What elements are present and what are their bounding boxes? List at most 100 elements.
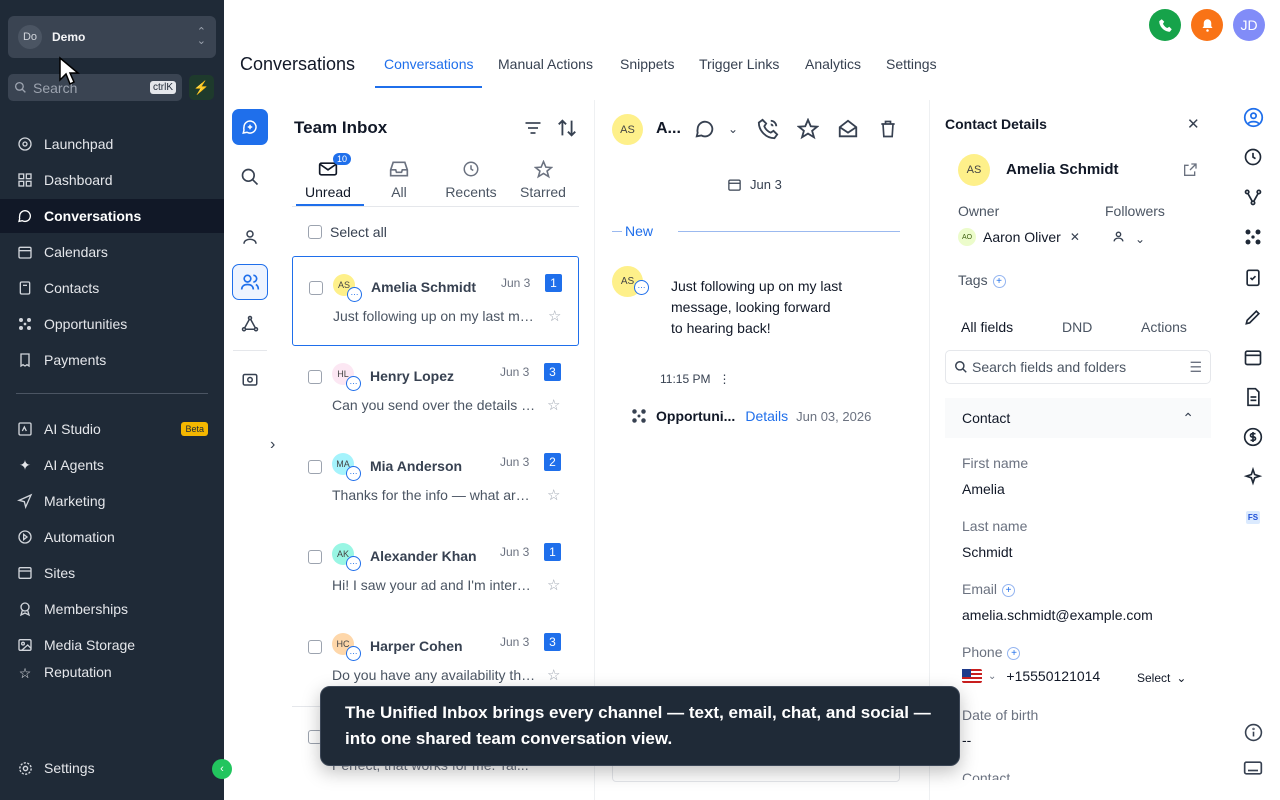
filter-icon[interactable] [522, 118, 544, 143]
conversation-checkbox[interactable] [308, 370, 322, 384]
keyboard-rail-button[interactable] [1238, 755, 1268, 781]
filter-tab-all[interactable]: All [364, 158, 434, 200]
star-icon[interactable]: ☆ [547, 576, 560, 594]
followers-select[interactable]: ⌄ [1112, 230, 1145, 246]
sidebar-item-ai-agents[interactable]: ✦ AI Agents [0, 448, 224, 482]
delete-button[interactable] [875, 116, 901, 142]
payments-rail-button[interactable] [1238, 424, 1268, 450]
filter-tab-unread[interactable]: Unread [293, 158, 363, 200]
rail-my-inbox-button[interactable] [232, 219, 268, 255]
conversation-checkbox[interactable] [308, 460, 322, 474]
chevron-down-icon[interactable]: ⌄ [720, 116, 746, 142]
compose-button[interactable] [232, 109, 268, 145]
opportunities-rail-button[interactable] [1238, 224, 1268, 250]
email-field[interactable]: amelia.schmidt@example.com [962, 607, 1153, 623]
notifications-button[interactable] [1191, 9, 1223, 41]
tab-conversations[interactable]: Conversations [384, 56, 474, 72]
filter-icon[interactable]: ☰ [1189, 359, 1202, 376]
sidebar-item-automation[interactable]: Automation [0, 520, 224, 554]
sidebar-item-sites[interactable]: Sites [0, 556, 224, 590]
appointments-rail-button[interactable] [1238, 344, 1268, 370]
activity-details-link[interactable]: Details [745, 408, 788, 424]
conversation-item[interactable]: AK ⋯ Alexander Khan Jun 3 1 Hi! I saw yo… [292, 526, 579, 616]
tab-settings[interactable]: Settings [886, 56, 937, 72]
remove-owner-icon[interactable]: ✕ [1070, 230, 1080, 244]
sidebar-item-opportunities[interactable]: Opportunities [0, 307, 224, 341]
conversation-item[interactable]: HL ⋯ Henry Lopez Jun 3 3 Can you send ov… [292, 346, 579, 436]
tasks-rail-button[interactable] [1238, 264, 1268, 290]
expand-panel-chevron-icon[interactable]: › [270, 436, 275, 454]
rail-tools-button[interactable] [232, 361, 268, 397]
mark-read-button[interactable] [835, 116, 861, 142]
conversation-checkbox[interactable] [309, 281, 323, 295]
contact-section-header[interactable]: Contact ⌃ [945, 398, 1211, 438]
rail-team-inbox-button[interactable] [232, 264, 268, 300]
history-rail-button[interactable] [1238, 144, 1268, 170]
add-tag-icon[interactable]: + [992, 274, 1006, 288]
fields-search-input[interactable]: Search fields and folders ☰ [945, 350, 1211, 384]
tab-snippets[interactable]: Snippets [620, 56, 674, 72]
filter-tab-recents[interactable]: Recents [436, 158, 506, 200]
dob-field[interactable]: -- [962, 732, 971, 748]
star-icon[interactable]: ☆ [547, 396, 560, 414]
filter-tab-starred[interactable]: Starred [508, 158, 578, 200]
select-all-checkbox[interactable] [308, 225, 322, 239]
tab-manual-actions[interactable]: Manual Actions [498, 56, 593, 72]
owner-chip[interactable]: AO Aaron Oliver ✕ [958, 228, 1080, 246]
add-email-icon[interactable]: + [1002, 583, 1016, 597]
conversation-checkbox[interactable] [308, 640, 322, 654]
sidebar-item-launchpad[interactable]: Launchpad [0, 127, 224, 161]
account-switcher[interactable]: Do Demo ⌃ ⌄ [8, 16, 216, 58]
external-link-icon[interactable] [1182, 162, 1198, 181]
sort-icon[interactable] [556, 117, 578, 144]
panel-tab-dnd[interactable]: DND [1062, 319, 1092, 335]
panel-tab-all-fields[interactable]: All fields [961, 319, 1013, 335]
user-avatar[interactable]: JD [1233, 9, 1265, 41]
thread-contact-name[interactable]: A... [656, 120, 681, 138]
fs-rail-button[interactable]: FS [1238, 504, 1268, 530]
workflows-rail-button[interactable] [1238, 184, 1268, 210]
call-button[interactable] [755, 116, 781, 142]
documents-rail-button[interactable] [1238, 384, 1268, 410]
sidebar-item-calendars[interactable]: Calendars [0, 235, 224, 269]
conversation-item[interactable]: MA ⋯ Mia Anderson Jun 3 2 Thanks for the… [292, 436, 579, 526]
rail-workflow-button[interactable] [232, 306, 268, 342]
sidebar-item-contacts[interactable]: Contacts [0, 271, 224, 305]
ai-rail-button[interactable] [1238, 464, 1268, 490]
star-icon[interactable]: ☆ [547, 666, 560, 684]
phone-button[interactable] [1149, 9, 1181, 41]
rail-search-button[interactable] [232, 159, 268, 195]
notes-rail-button[interactable] [1238, 304, 1268, 330]
tab-trigger-links[interactable]: Trigger Links [699, 56, 779, 72]
panel-tab-actions[interactable]: Actions [1141, 319, 1187, 335]
tab-analytics[interactable]: Analytics [805, 56, 861, 72]
select-all[interactable]: Select all [308, 224, 387, 240]
contact-details-rail-button[interactable] [1238, 104, 1268, 130]
sidebar-item-reputation[interactable]: ☆ Reputation [0, 664, 224, 678]
sidebar-search[interactable]: Search ctrlK [8, 74, 182, 101]
sidebar-item-dashboard[interactable]: Dashboard [0, 163, 224, 197]
sidebar-item-media-storage[interactable]: Media Storage [0, 628, 224, 662]
sidebar-item-marketing[interactable]: Marketing [0, 484, 224, 518]
more-vertical-icon[interactable]: ⋮ [718, 372, 730, 386]
sidebar-item-settings[interactable]: Settings [0, 751, 224, 785]
phone-type-select[interactable]: Select ⌄ [1137, 671, 1186, 685]
star-icon[interactable]: ☆ [548, 307, 561, 325]
quick-action-bolt-button[interactable]: ⚡ [189, 75, 214, 100]
star-icon[interactable]: ☆ [547, 486, 560, 504]
close-icon[interactable]: ✕ [1187, 115, 1200, 133]
last-name-field[interactable]: Schmidt [962, 544, 1013, 560]
phone-field[interactable]: ⌄ +15550121014 [962, 668, 1100, 684]
channel-select-button[interactable] [692, 116, 718, 142]
sidebar-item-ai-studio[interactable]: AI Studio Beta [0, 412, 224, 446]
add-phone-icon[interactable]: + [1007, 646, 1021, 660]
sidebar-item-conversations[interactable]: Conversations [0, 199, 224, 233]
conversation-checkbox[interactable] [308, 550, 322, 564]
first-name-field[interactable]: Amelia [962, 481, 1005, 497]
sidebar-collapse-button[interactable]: ‹ [212, 759, 232, 779]
sidebar-item-memberships[interactable]: Memberships [0, 592, 224, 626]
conversation-item[interactable]: AS ⋯ Amelia Schmidt Jun 3 1 Just followi… [292, 256, 579, 346]
sidebar-item-payments[interactable]: Payments [0, 343, 224, 377]
info-rail-button[interactable] [1238, 719, 1268, 745]
star-conversation-button[interactable] [795, 116, 821, 142]
